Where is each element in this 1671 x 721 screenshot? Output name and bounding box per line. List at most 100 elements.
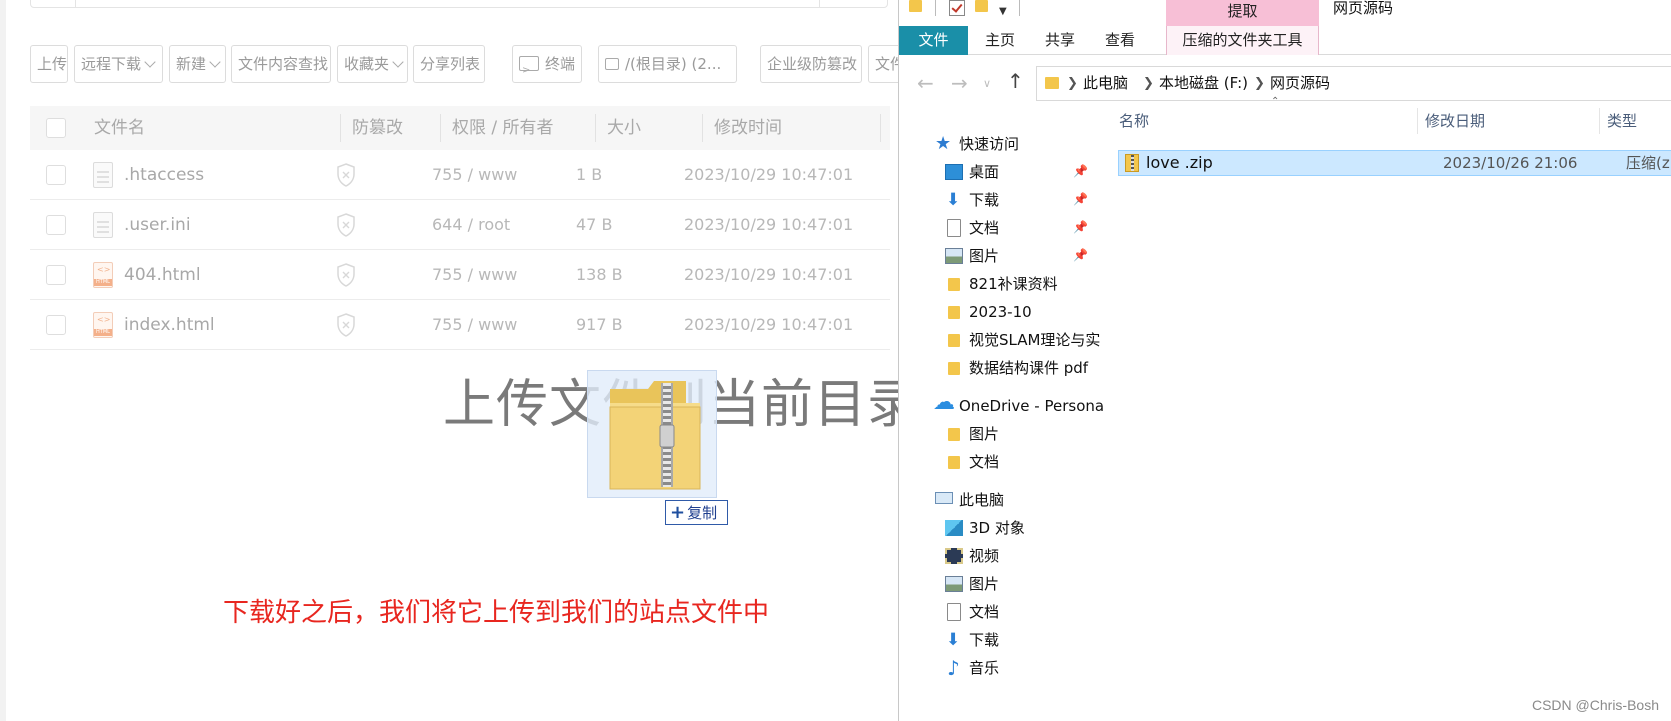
terminal-icon [519,53,539,82]
table-row[interactable]: 404.html 755 / www 138 B 2023/10/29 10:4… [30,250,890,300]
file-name[interactable]: 404.html [124,250,201,300]
upload-button[interactable]: 上传 [30,45,68,83]
chevron-down-icon [392,56,404,68]
tab-share[interactable]: 共享 [1031,26,1089,55]
shield-off-icon[interactable] [336,213,356,237]
col-permission[interactable]: 权限 / 所有者 [452,106,554,150]
col-size[interactable]: 大小 [607,106,641,150]
drag-ghost [587,370,717,498]
table-row[interactable]: index.html 755 / www 917 B 2023/10/29 10… [30,300,890,350]
plus-icon: + [670,502,686,523]
file-permission: 644 / root [432,215,511,234]
page-edge [0,0,6,721]
col-tamper[interactable]: 防篡改 [352,106,403,150]
new-button[interactable]: 新建 [169,45,226,83]
share-list-button[interactable]: 分享列表 [413,45,485,83]
chevron-right-icon[interactable]: ❯ [1143,67,1154,100]
zip-file-icon [1125,154,1139,172]
tab-view[interactable]: 查看 [1091,26,1149,55]
col-name[interactable]: 名称 [1119,106,1149,136]
html-file-icon [93,262,113,288]
tab-home[interactable]: 主页 [971,26,1029,55]
favorites-button[interactable]: 收藏夹 [337,45,408,83]
col-type[interactable]: 类型 [1607,106,1637,136]
picture-icon [945,576,963,592]
recent-dropdown-icon[interactable]: ∨ [983,77,991,90]
window-title: 网页源码 [1333,0,1394,17]
folder-icon [948,428,960,441]
folder-icon [1045,77,1059,89]
file-name[interactable]: .user.ini [124,200,191,250]
file-mtime: 2023/10/29 10:47:01 [684,315,854,334]
chevron-right-icon[interactable]: ❯ [1067,67,1078,100]
download-icon [945,626,963,654]
file-more-button[interactable]: 文件 [868,45,900,83]
path-bar[interactable] [30,0,888,8]
file-size: 47 B [576,215,613,234]
folder-icon [948,278,960,291]
watermark: CSDN @Chris-Bosh [1531,697,1659,713]
file-name[interactable]: love .zip [1146,151,1213,175]
row-checkbox[interactable] [46,165,66,185]
root-dir-button[interactable]: /(根目录) (2... [598,45,737,83]
onedrive-icon [933,389,955,417]
new-folder-icon[interactable] [975,0,988,12]
col-date[interactable]: 修改日期 [1425,106,1485,136]
tamper-protect-button[interactable]: 企业级防篡改 [760,45,862,83]
up-icon[interactable]: ↑ [1007,69,1024,93]
row-checkbox[interactable] [46,215,66,235]
shield-off-icon[interactable] [336,163,356,187]
pin-icon[interactable]: 📌 [1073,220,1088,234]
file-name[interactable]: .htaccess [124,150,204,200]
select-all-checkbox[interactable] [46,118,66,138]
file-list-header: 名称 修改日期 类型 [1101,106,1671,136]
text-file-icon [93,212,113,238]
video-icon [945,548,963,564]
tab-compressed-folder-tools[interactable]: 压缩的文件夹工具 [1166,26,1319,55]
chevron-down-icon [144,56,156,68]
file-name[interactable]: index.html [124,300,215,350]
shield-off-icon[interactable] [336,263,356,287]
file-size: 917 B [576,315,623,334]
star-icon [935,130,953,158]
folder-icon [909,0,922,12]
col-mtime[interactable]: 修改时间 [714,106,782,150]
breadcrumb-this-pc[interactable]: 此电脑 [1083,67,1128,100]
forward-icon[interactable]: → [951,71,968,95]
table-row[interactable]: .htaccess 755 / www 1 B 2023/10/29 10:47… [30,150,890,200]
table-row[interactable]: .user.ini 644 / root 47 B 2023/10/29 10:… [30,200,890,250]
document-icon [947,603,961,621]
explorer-window: ▼ 提取 网页源码 文件 主页 共享 查看 压缩的文件夹工具 ← → ∨ ↑ ❯… [898,0,1671,721]
row-checkbox[interactable] [46,265,66,285]
address-bar[interactable]: ❯ 此电脑 ❯ 本地磁盘 (F:) ❯ 网页源码 [1036,66,1671,101]
terminal-button[interactable]: 终端 [512,45,582,83]
col-filename[interactable]: 文件名 [94,106,145,150]
remote-download-button[interactable]: 远程下载 [74,45,163,83]
folder-icon [948,306,960,319]
pin-icon[interactable]: 📌 [1073,164,1088,178]
pin-icon[interactable]: 📌 [1073,192,1088,206]
tab-file[interactable]: 文件 [899,26,968,55]
file-type: 压缩(zi [1626,154,1671,172]
file-list-item[interactable]: love .zip 2023/10/26 21:06 压缩(zi [1118,150,1671,176]
file-table-header: 文件名 防篡改 权限 / 所有者 大小 修改时间 [30,106,890,150]
disk-icon [605,58,619,70]
shield-off-icon[interactable] [336,313,356,337]
file-size: 138 B [576,265,623,284]
content-search-button[interactable]: 文件内容查找 [231,45,331,83]
file-mtime: 2023/10/29 10:47:01 [684,265,854,284]
properties-icon[interactable] [949,0,965,16]
ribbon-tabs: 文件 主页 共享 查看 压缩的文件夹工具 [899,26,1671,55]
pc-icon [935,492,953,504]
breadcrumb-drive-f[interactable]: 本地磁盘 (F:) [1159,67,1248,100]
customize-dropdown-icon[interactable]: ▼ [999,6,1007,17]
back-icon[interactable]: ← [917,71,934,95]
extract-context-tab[interactable]: 提取 [1166,0,1319,26]
download-icon [945,186,963,214]
zip-folder-icon [609,381,701,490]
row-checkbox[interactable] [46,315,66,335]
copy-tooltip: + 复制 [665,500,728,525]
chevron-right-icon[interactable]: ❯ [1254,67,1265,100]
music-icon [945,654,963,682]
pin-icon[interactable]: 📌 [1073,248,1088,262]
